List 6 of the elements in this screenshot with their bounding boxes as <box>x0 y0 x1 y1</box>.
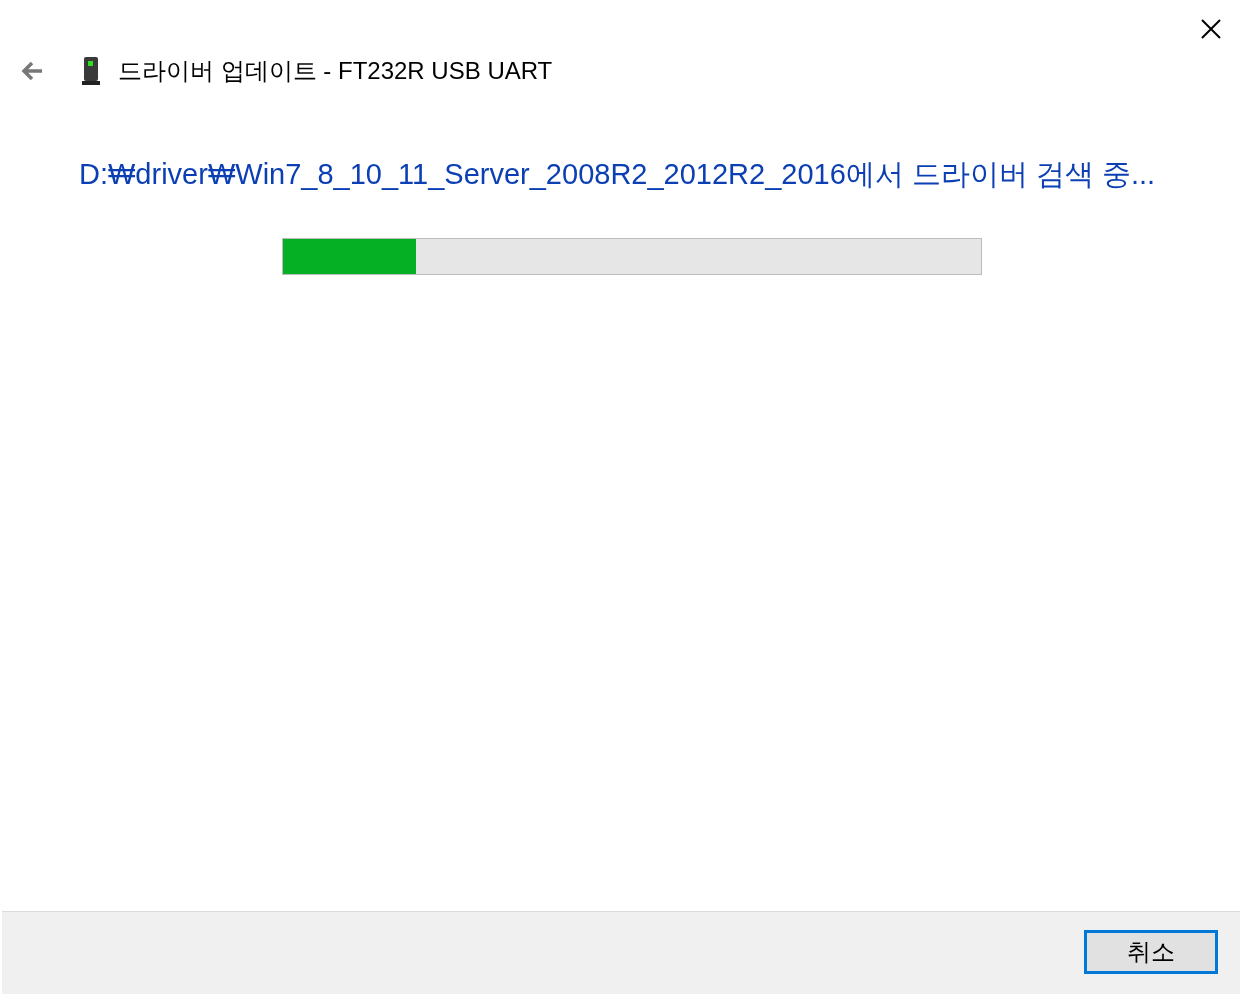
window-title: 드라이버 업데이트 - FT232R USB UART <box>118 56 553 86</box>
cancel-button[interactable]: 취소 <box>1084 930 1218 974</box>
status-message: D:₩driver₩Win7_8_10_11_Server_2008R2_2012R2_2016에서 드라이버 검색 중... <box>79 157 1157 192</box>
device-icon <box>82 56 100 86</box>
close-icon[interactable] <box>1200 18 1222 40</box>
back-arrow-icon[interactable] <box>20 61 44 81</box>
